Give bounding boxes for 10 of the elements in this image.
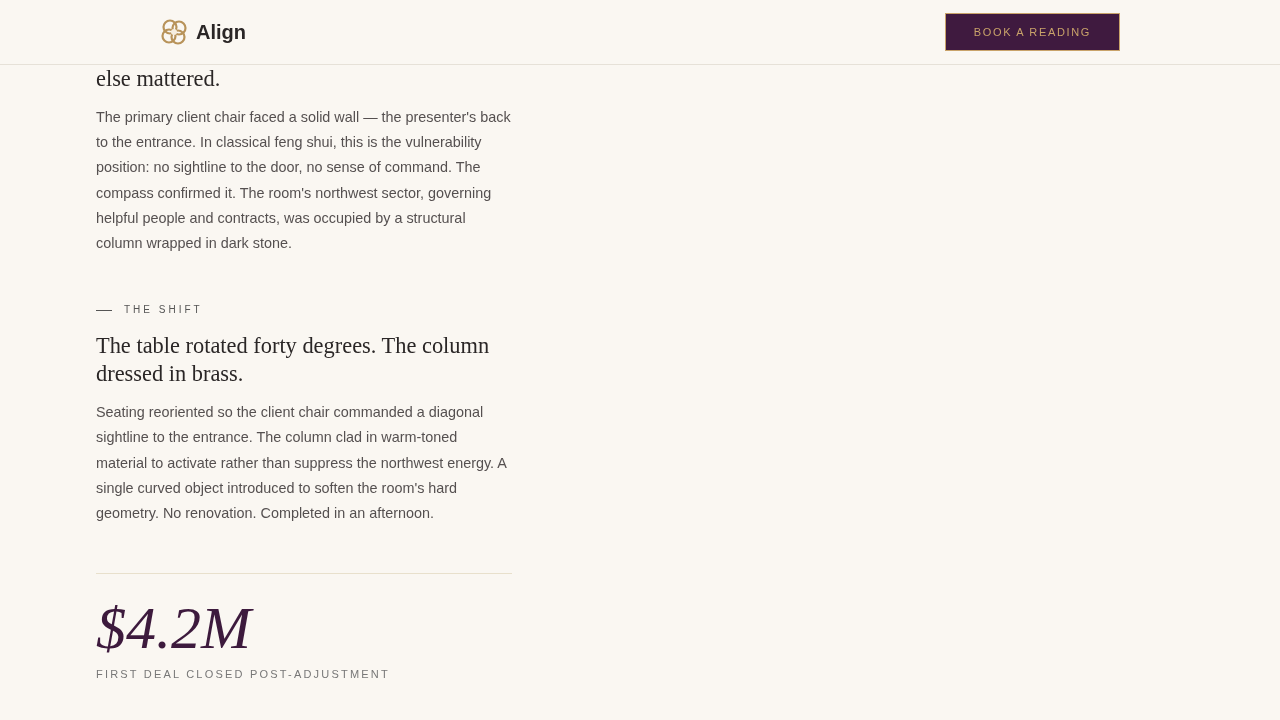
stat-caption: FIRST DEAL CLOSED POST-ADJUSTMENT [96,667,391,683]
book-reading-button[interactable]: BOOK A READING [944,13,1120,51]
section-eyebrow: THE SHIFT [124,303,203,318]
section-paragraph: Seating reoriented so the client chair commanded a diagonal sightline to the entrance. The column clad in warm-toned material to activate rather than suppress the northwest energy. A single curved object introduced to soften the room's hard geometry. No renovation. Completed in an afternoon. [96,403,508,524]
section-paragraph: The primary client chair faced a solid wall — the presenter's back to the entrance. In classical feng shui, this is the vulnerability position: no sightline to the door, no sense of command. The compass confirmed it. The room's northwest sector, governing helpful people and contracts, was occupied by a structural column wrapped in dark stone. [96,108,512,253]
quatrefoil-logo-icon [160,18,188,46]
section-heading: The table rotated forty degrees. The column dressed in brass. [96,332,491,389]
stat-value: $4.2M [96,594,512,663]
section-heading: else mattered. [96,65,222,93]
logo-link[interactable]: Align [160,17,246,47]
